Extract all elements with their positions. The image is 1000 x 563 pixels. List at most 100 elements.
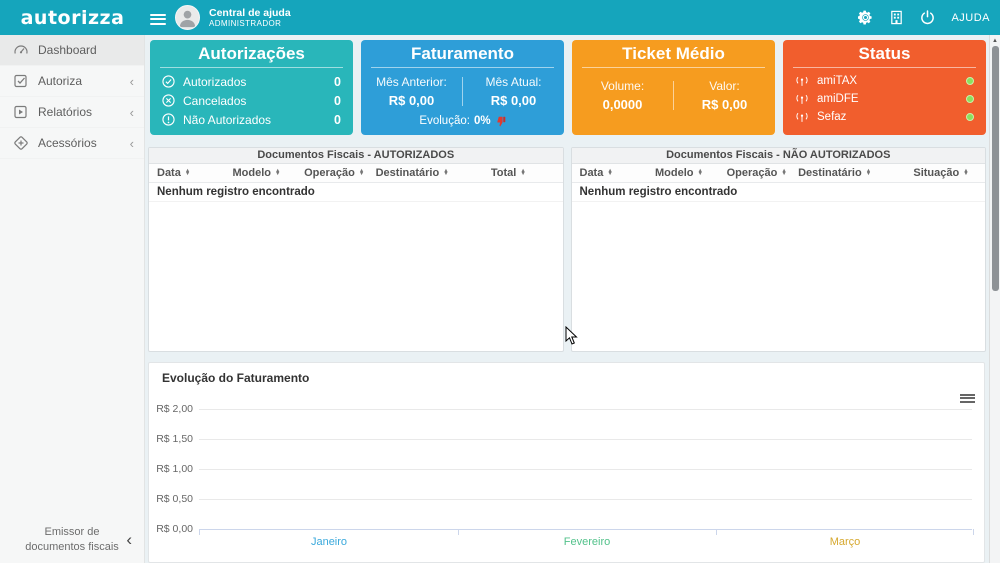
sidebar-item-label: Acessórios <box>38 136 97 150</box>
x-tick <box>199 529 200 535</box>
divider <box>160 67 343 68</box>
logo-text: autorizza <box>20 6 125 29</box>
sort-icon: ▲ ▼ <box>358 167 365 177</box>
sidebar-item-relatorios[interactable]: Relatórios ‹ <box>0 97 144 128</box>
accessories-icon <box>14 136 28 150</box>
column-header-situacao[interactable]: Situação ▲ ▼ <box>913 167 977 179</box>
stat-label: Cancelados <box>183 93 247 108</box>
logo[interactable]: autorizza <box>0 0 145 35</box>
report-icon <box>14 105 27 119</box>
valor-col: Valor: R$ 0,00 <box>674 79 775 112</box>
y-tick-label: R$ 0,50 <box>156 493 193 505</box>
column-header-data[interactable]: Data ▲ ▼ <box>580 167 656 179</box>
card-faturamento: Faturamento Mês Anterior: R$ 0,00 Mês At… <box>361 40 564 135</box>
evolution-row: Evolução: 0% <box>361 115 564 127</box>
column-header-data[interactable]: Data ▲ ▼ <box>157 167 233 179</box>
card-title: Autorizações <box>198 44 305 63</box>
sort-icon: ▲ ▼ <box>275 167 281 177</box>
column-header-destinatario[interactable]: Destinatário ▲ ▼ <box>798 167 913 179</box>
circle-check-icon <box>162 75 175 88</box>
building-icon[interactable] <box>889 10 904 25</box>
empty-message: Nenhum registro encontrado <box>571 183 985 202</box>
volume-col: Volume: 0,0000 <box>572 79 673 112</box>
footer-line-2: documentos fiscais <box>25 541 119 554</box>
document-tables: Documentos Fiscais - AUTORIZADOS Data ▲ ▼… <box>148 147 986 352</box>
ticket-columns: Volume: 0,0000 Valor: R$ 0,00 <box>572 72 775 112</box>
user-block[interactable]: Central de ajuda ADMINISTRADOR <box>175 5 291 30</box>
table-header-row: Data ▲ ▼ Modelo ▲ ▼ Operação ▲ ▼ Destinatár… <box>571 164 985 183</box>
sidebar-item-autoriza[interactable]: Autoriza ‹ <box>0 66 144 97</box>
divider <box>371 67 554 68</box>
status-row-sefaz: Sefaz <box>783 108 986 126</box>
x-category-label[interactable]: Março <box>800 536 890 548</box>
chart-title: Evolução do Faturamento <box>162 371 310 385</box>
divider <box>582 67 765 68</box>
summary-cards: Autorizações Autorizados 0 Cancelados 0 <box>150 40 986 135</box>
column-header-modelo[interactable]: Modelo ▲ ▼ <box>655 167 727 179</box>
antenna-icon <box>796 76 808 86</box>
x-category-label[interactable]: Janeiro <box>284 536 374 548</box>
col-value: R$ 0,00 <box>701 97 748 112</box>
gridline <box>199 469 972 470</box>
sort-icon: ▲ ▼ <box>520 167 526 177</box>
column-header-modelo[interactable]: Modelo ▲ ▼ <box>233 167 305 179</box>
x-tick <box>458 529 459 535</box>
antenna-icon <box>796 94 808 104</box>
stat-value: 0 <box>334 93 341 108</box>
chart-menu-icon[interactable] <box>960 392 975 404</box>
table-title: Documentos Fiscais - AUTORIZADOS <box>149 148 563 164</box>
column-label: Operação <box>726 167 778 179</box>
sort-icon: ▲ ▼ <box>865 167 872 177</box>
card-autorizacoes: Autorizações Autorizados 0 Cancelados 0 <box>150 40 353 135</box>
y-tick-label: R$ 2,00 <box>156 403 193 415</box>
top-bar: autorizza Central de ajuda ADMINISTRADOR <box>0 0 1000 35</box>
column-header-operacao[interactable]: Operação ▲ ▼ <box>304 167 376 179</box>
circle-x-icon <box>162 94 175 107</box>
column-label: Destinatário <box>375 167 440 179</box>
gauge-icon <box>14 45 28 54</box>
service-name: amiTAX <box>817 75 858 87</box>
card-ticket-medio: Ticket Médio Volume: 0,0000 Valor: R$ 0,… <box>572 40 775 135</box>
stat-value: 0 <box>334 74 341 89</box>
x-axis-line <box>199 529 972 530</box>
column-label: Operação <box>304 167 355 179</box>
column-label: Data <box>157 167 181 179</box>
column-header-destinatario[interactable]: Destinatário ▲ ▼ <box>376 167 491 179</box>
column-label: Destinatário <box>798 167 862 179</box>
vertical-scrollbar[interactable]: ▲ <box>989 35 1000 563</box>
scroll-up-arrow-icon[interactable]: ▲ <box>990 35 1000 44</box>
sort-icon: ▲ ▼ <box>697 167 703 177</box>
help-center-label: Central de ajuda <box>209 6 291 19</box>
col-label: Valor: <box>709 79 740 93</box>
column-label: Modelo <box>232 167 272 179</box>
collapse-sidebar-icon[interactable]: ‹ <box>126 531 132 548</box>
hamburger-menu-icon[interactable] <box>150 11 166 27</box>
sidebar-item-label: Relatórios <box>38 105 93 119</box>
evolution-value: 0% <box>473 115 491 127</box>
x-category-label[interactable]: Fevereiro <box>542 536 632 548</box>
gear-icon[interactable] <box>858 10 873 25</box>
sidebar-item-dashboard[interactable]: Dashboard <box>0 35 144 66</box>
table-authorized: Documentos Fiscais - AUTORIZADOS Data ▲ ▼… <box>148 147 564 352</box>
empty-message: Nenhum registro encontrado <box>149 183 563 202</box>
card-title: Faturamento <box>411 44 514 63</box>
col-value: R$ 0,00 <box>388 93 435 108</box>
ajuda-link[interactable]: AJUDA <box>951 12 990 24</box>
service-name: Sefaz <box>817 111 847 123</box>
sidebar-item-acessorios[interactable]: Acessórios ‹ <box>0 128 144 159</box>
column-header-operacao[interactable]: Operação ▲ ▼ <box>727 167 799 179</box>
y-tick-label: R$ 0,00 <box>156 523 193 535</box>
scrollbar-thumb[interactable] <box>991 46 999 291</box>
status-row-amitax: amiTAX <box>783 72 986 90</box>
sort-icon: ▲ ▼ <box>963 167 969 177</box>
card-title: Ticket Médio <box>622 44 725 63</box>
sort-icon: ▲ ▼ <box>781 167 787 177</box>
x-tick <box>716 529 717 535</box>
thumbs-down-icon <box>496 116 505 126</box>
revenue-evolution-chart: Evolução do Faturamento R$ 2,00 R$ 1,50 … <box>148 362 985 563</box>
column-header-total[interactable]: Total ▲ ▼ <box>491 167 555 179</box>
power-icon[interactable] <box>920 10 935 25</box>
col-value: 0,0000 <box>602 97 643 112</box>
user-text: Central de ajuda ADMINISTRADOR <box>209 7 291 28</box>
evolution-label: Evolução: <box>419 115 470 127</box>
